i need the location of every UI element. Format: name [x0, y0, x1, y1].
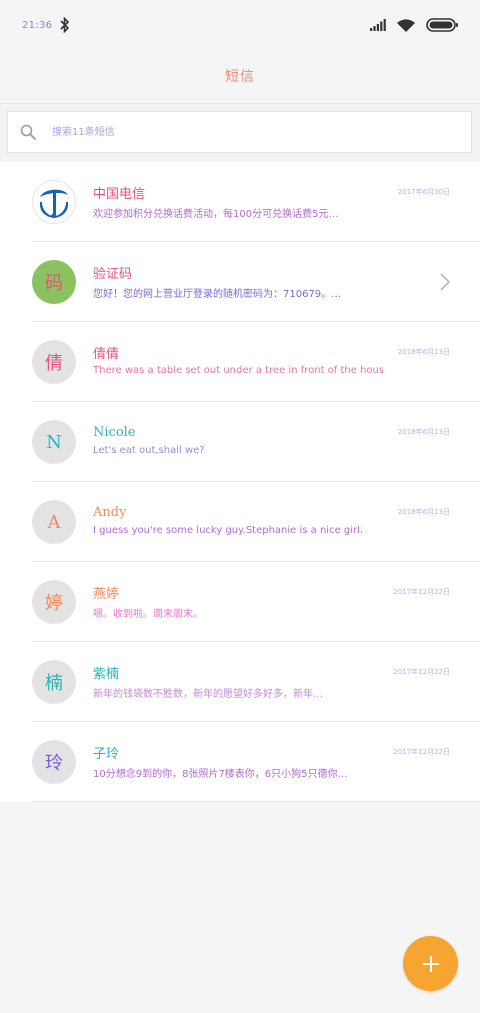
status-left: 21:36 — [22, 17, 70, 33]
message-row-zinan[interactable]: 楠 紫楠 2017年12月22日 新年的钱袋数不胜数，新年的愿望好多好多，新年… — [0, 642, 480, 722]
message-date: 2018年6月13日 — [397, 428, 450, 436]
message-date: 2017年12月22日 — [393, 588, 450, 596]
contact-name: Nicole — [93, 424, 136, 440]
message-content: 倩倩 2018年6月13日 There was a table set out … — [93, 343, 450, 377]
app-header: 短信 — [0, 50, 480, 102]
avatar-text: 倩 — [45, 353, 63, 374]
message-row-yanting[interactable]: 婷 燕婷 2017年12月22日 嗯。收到啦。周末周末。 — [0, 562, 480, 642]
message-row-qianqian[interactable]: 倩 倩倩 2018年6月13日 There was a table set ou… — [0, 322, 480, 402]
message-preview: 10分想念9到的你，8张照片7楼表你，6只小狗5只德你… — [93, 769, 348, 780]
battery-icon — [426, 18, 458, 32]
avatar: 码 — [32, 260, 76, 304]
avatar-text: N — [46, 431, 62, 453]
search-box[interactable] — [7, 111, 472, 153]
avatar — [32, 180, 76, 224]
avatar: 玲 — [32, 740, 76, 784]
plus-icon — [422, 955, 439, 972]
contact-name: Andy — [93, 504, 127, 520]
message-content: Andy 2018年6月13日 I guess you're some luck… — [93, 503, 450, 537]
status-time: 21:36 — [22, 19, 53, 31]
avatar: 楠 — [32, 660, 76, 704]
message-preview: 您好！您的网上营业厅登录的随机密码为：710679。… — [93, 289, 342, 300]
avatar-text: A — [47, 511, 61, 533]
message-preview: 新年的钱袋数不胜数，新年的愿望好多好多，新年… — [93, 689, 323, 700]
message-preview: Let's eat out,shall we? — [93, 445, 205, 456]
avatar: 倩 — [32, 340, 76, 384]
avatar: A — [32, 500, 76, 544]
page-title: 短信 — [225, 69, 255, 85]
message-list: 中国电信 2017年6月30日 欢迎参加积分兑换话费活动，每100分可兑换话费5… — [0, 162, 480, 802]
status-right — [370, 18, 458, 33]
message-date: 2017年12月22日 — [393, 668, 450, 676]
message-preview: 嗯。收到啦。周末周末。 — [93, 609, 203, 620]
contact-name: 倩倩 — [93, 346, 120, 362]
message-content: 燕婷 2017年12月22日 嗯。收到啦。周末周末。 — [93, 583, 450, 621]
new-message-button[interactable] — [403, 936, 458, 991]
contact-name: 子玲 — [93, 746, 120, 762]
search-icon — [20, 124, 36, 140]
message-date: 2018年6月13日 — [397, 508, 450, 516]
message-row-verification[interactable]: 码 验证码 您好！您的网上营业厅登录的随机密码为：710679。… — [0, 242, 480, 322]
contact-name: 紫楠 — [93, 666, 120, 682]
avatar: 婷 — [32, 580, 76, 624]
message-content: 验证码 您好！您的网上营业厅登录的随机密码为：710679。… — [93, 263, 450, 301]
telecom-logo-icon — [39, 189, 69, 218]
avatar-text: 楠 — [45, 673, 63, 694]
message-row-andy[interactable]: A Andy 2018年6月13日 I guess you're some lu… — [0, 482, 480, 562]
avatar-text: 码 — [45, 273, 63, 294]
message-row-ziling[interactable]: 玲 子玲 2017年12月22日 10分想念9到的你，8张照片7楼表你，6只小狗… — [0, 722, 480, 802]
search-area — [0, 103, 480, 163]
message-content: Nicole 2018年6月13日 Let's eat out,shall we… — [93, 423, 450, 457]
message-date: 2017年6月30日 — [397, 188, 450, 196]
message-content: 紫楠 2017年12月22日 新年的钱袋数不胜数，新年的愿望好多好多，新年… — [93, 663, 450, 701]
message-content: 中国电信 2017年6月30日 欢迎参加积分兑换话费活动，每100分可兑换话费5… — [93, 183, 450, 221]
avatar: N — [32, 420, 76, 464]
avatar-text: 婷 — [45, 593, 63, 614]
contact-name: 中国电信 — [93, 186, 146, 202]
message-row-nicole[interactable]: N Nicole 2018年6月13日 Let's eat out,shall … — [0, 402, 480, 482]
bluetooth-icon — [60, 17, 70, 33]
search-input[interactable] — [50, 125, 471, 139]
message-preview: I guess you're some lucky guy.Stephanie … — [93, 525, 364, 536]
wifi-icon — [397, 18, 415, 32]
chevron-right-icon — [440, 273, 450, 291]
signal-icon — [370, 19, 386, 31]
message-preview: 欢迎参加积分兑换话费活动，每100分可兑换话费5元… — [93, 209, 339, 220]
message-row-china-telecom[interactable]: 中国电信 2017年6月30日 欢迎参加积分兑换话费活动，每100分可兑换话费5… — [0, 162, 480, 242]
avatar-text: 玲 — [45, 753, 63, 774]
message-date: 2018年6月13日 — [397, 348, 450, 356]
status-bar: 21:36 — [0, 0, 480, 50]
message-preview: There was a table set out under a tree i… — [93, 365, 385, 376]
message-date: 2017年12月22日 — [393, 748, 450, 756]
message-content: 子玲 2017年12月22日 10分想念9到的你，8张照片7楼表你，6只小狗5只… — [93, 743, 450, 781]
contact-name: 燕婷 — [93, 586, 120, 602]
contact-name: 验证码 — [93, 266, 133, 282]
